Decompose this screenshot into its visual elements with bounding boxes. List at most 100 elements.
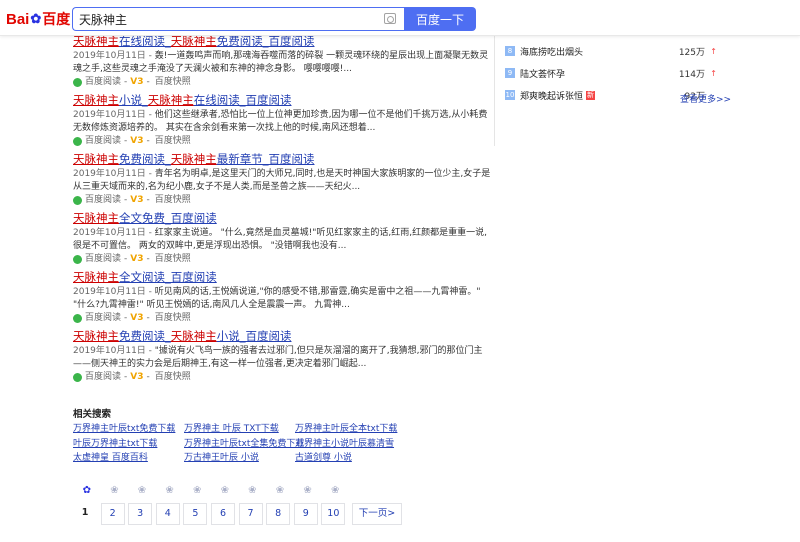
pagination: ✿ ❀ ❀ ❀ ❀ ❀ ❀ ❀ ❀ ❀ 1 2 3 4 5 6 7 8 9 10 下一页> (73, 485, 402, 525)
source-icon (73, 254, 82, 264)
result-title-link[interactable]: 天脉神主全文免费_百度阅读 (73, 211, 493, 226)
cache-link[interactable]: 百度快照 (155, 194, 191, 206)
baidu-logo[interactable]: Bai ✿ 百度 (6, 8, 70, 30)
search-result: 天脉神主在线阅读_天脉神主免费阅读_百度阅读 2019年10月11日 - 轰!一… (73, 34, 493, 93)
hot-count: 114万 (678, 69, 705, 80)
page-number[interactable]: 2 (100, 503, 125, 525)
paw-icon: ❀ (248, 485, 257, 496)
result-abstract: 2019年10月11日 - 红家家主说道。 "什么,竟然是血灵墓城!"听见红家家… (73, 228, 487, 251)
related-link[interactable]: 古道剑尊 小说 (295, 450, 406, 465)
source-name[interactable]: 百度阅读 (85, 194, 121, 206)
hot-link[interactable]: 海底捞吃出烟头 (520, 45, 583, 58)
related-link[interactable]: 万古神王叶辰 小说 (184, 450, 295, 465)
search-box (72, 7, 404, 31)
related-link[interactable]: 万界神主叶辰txt免费下载 (73, 421, 184, 436)
page-number[interactable]: 3 (128, 503, 153, 525)
result-source: 百度阅读 - V3 - 百度快照 (73, 76, 493, 88)
source-name[interactable]: 百度阅读 (85, 253, 121, 265)
related-link[interactable]: 万界神主叶辰全本txt下载 (295, 421, 406, 436)
result-title-link[interactable]: 天脉神主免费阅读_天脉神主小说_百度阅读 (73, 329, 493, 344)
paw-icon: ❀ (110, 485, 119, 496)
paw-icon: ❀ (275, 485, 285, 496)
related-row: 万界神主叶辰txt免费下载 万界神主 叶辰 TXT下载 万界神主叶辰全本txt下载 (73, 421, 473, 436)
paw-icon: ❀ (137, 485, 147, 496)
v-badge: V3 (130, 136, 144, 146)
related-row: 叶辰万界神主txt下载 万界神主叶辰txt全集免费下载 万界神主小说叶辰慕清雪 (73, 436, 473, 451)
hot-more-link[interactable]: 查看更多>> (680, 92, 731, 105)
hot-link[interactable]: 陆文荟怀孕 (520, 67, 565, 80)
page-number[interactable]: 5 (183, 503, 208, 525)
page-number[interactable]: 10 (321, 503, 346, 525)
related-link[interactable]: 万界神主 叶辰 TXT下载 (184, 421, 295, 436)
paw-icon: ❀ (192, 485, 202, 496)
hot-item[interactable]: 9 陆文荟怀孕 114万 ↑ (505, 62, 725, 84)
new-badge: 新 (586, 90, 596, 100)
cache-link[interactable]: 百度快照 (155, 371, 191, 383)
result-title-link[interactable]: 天脉神主免费阅读_天脉神主最新章节_百度阅读 (73, 152, 493, 167)
v-badge: V3 (130, 313, 144, 323)
related-link[interactable]: 太虚神皇 百度百科 (73, 450, 184, 465)
cache-link[interactable]: 百度快照 (155, 253, 191, 265)
page-number[interactable]: 9 (293, 503, 318, 525)
search-result: 天脉神主免费阅读_天脉神主小说_百度阅读 2019年10月11日 - "據说有火… (73, 329, 493, 388)
next-page-button[interactable]: 下一页> (351, 503, 402, 525)
result-title-link[interactable]: 天脉神主小说_天脉神主在线阅读_百度阅读 (73, 93, 493, 108)
hot-item[interactable]: 8 海底捞吃出烟头 125万 ↑ (505, 40, 725, 62)
result-abstract: 2019年10月11日 - "據说有火飞鸟一族的强者去过邪门,但只是灰溜溜的离开… (73, 346, 483, 369)
related-row: 太虚神皇 百度百科 万古神王叶辰 小说 古道剑尊 小说 (73, 450, 473, 465)
source-icon (73, 77, 82, 87)
result-abstract: 2019年10月11日 - 他们这些继承者,恐怕比一位上位神更加珍贵,因为哪一位… (73, 110, 488, 133)
source-name[interactable]: 百度阅读 (85, 76, 121, 88)
source-name[interactable]: 百度阅读 (85, 371, 121, 383)
page-number: 1 (73, 503, 97, 525)
camera-icon[interactable] (384, 13, 396, 24)
source-icon (73, 313, 82, 323)
search-input[interactable] (73, 8, 373, 30)
hot-link[interactable]: 郑爽晚起诉张恒 (520, 89, 583, 102)
related-link[interactable]: 万界神主小说叶辰慕清雪 (295, 436, 406, 451)
related-searches: 相关搜索 万界神主叶辰txt免费下载 万界神主 叶辰 TXT下载 万界神主叶辰全本t… (73, 406, 473, 465)
search-result: 天脉神主全文免费_百度阅读 2019年10月11日 - 红家家主说道。 "什么,… (73, 211, 493, 270)
v-badge: V3 (130, 372, 144, 382)
page-number[interactable]: 6 (210, 503, 235, 525)
search-result: 天脉神主免费阅读_天脉神主最新章节_百度阅读 2019年10月11日 - 青年名… (73, 152, 493, 211)
arrow-up-icon: ↑ (710, 46, 717, 56)
source-name[interactable]: 百度阅读 (85, 312, 121, 324)
paw-icon: ❀ (330, 485, 340, 496)
paw-icon: ✿ (30, 11, 42, 26)
v-badge: V3 (130, 195, 144, 205)
v-badge: V3 (130, 254, 144, 264)
related-link[interactable]: 万界神主叶辰txt全集免费下载 (184, 436, 304, 451)
cache-link[interactable]: 百度快照 (155, 312, 191, 324)
result-abstract: 2019年10月11日 - 青年名为明卓,是这里天门的大师兄,同时,也是天时神国… (73, 169, 491, 192)
paw-icon: ❀ (303, 485, 312, 496)
result-title-link[interactable]: 天脉神主在线阅读_天脉神主免费阅读_百度阅读 (73, 34, 493, 49)
hot-rank: 8 (505, 46, 515, 56)
result-source: 百度阅读 - V3 - 百度快照 (73, 194, 493, 206)
results-list: 天脉神主在线阅读_天脉神主免费阅读_百度阅读 2019年10月11日 - 轰!一… (73, 34, 493, 388)
result-source: 百度阅读 - V3 - 百度快照 (73, 135, 493, 147)
paw-icon: ❀ (220, 485, 229, 496)
page-number[interactable]: 4 (155, 503, 180, 525)
result-title-link[interactable]: 天脉神主全文阅读_百度阅读 (73, 270, 493, 285)
hot-count: 125万 (678, 47, 705, 58)
hot-rank: 9 (505, 68, 515, 78)
result-source: 百度阅读 - V3 - 百度快照 (73, 371, 493, 383)
arrow-up-icon: ↑ (710, 68, 717, 78)
cache-link[interactable]: 百度快照 (155, 135, 191, 147)
top-header: Bai✿百度 百度一下 (0, 0, 800, 36)
search-button[interactable]: 百度一下 (404, 7, 476, 31)
source-name[interactable]: 百度阅读 (85, 135, 121, 147)
result-source: 百度阅读 - V3 - 百度快照 (73, 253, 493, 265)
search-result: 天脉神主全文阅读_百度阅读 2019年10月11日 - 听见南风的话,王悦嫣说道… (73, 270, 493, 329)
related-link[interactable]: 叶辰万界神主txt下载 (73, 436, 184, 451)
page-number[interactable]: 7 (238, 503, 263, 525)
cache-link[interactable]: 百度快照 (155, 76, 191, 88)
result-abstract: 2019年10月11日 - 轰!一道轰鸣声而响,那魂海吞噬而落的碎裂 一颗灵魂环… (73, 51, 489, 74)
result-abstract: 2019年10月11日 - 听见南风的话,王悦嫣说道,"你的感受不错,那雷霆,确… (73, 287, 481, 310)
page-number[interactable]: 8 (266, 503, 291, 525)
search-result: 天脉神主小说_天脉神主在线阅读_百度阅读 2019年10月11日 - 他们这些继… (73, 93, 493, 152)
paw-icon: ❀ (165, 485, 174, 496)
result-source: 百度阅读 - V3 - 百度快照 (73, 312, 493, 324)
source-icon (73, 136, 82, 146)
